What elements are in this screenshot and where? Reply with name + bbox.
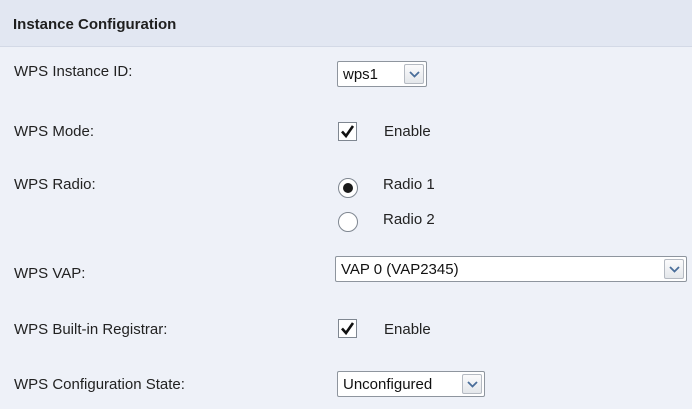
wps-config-state-value: Unconfigured (343, 376, 433, 393)
wps-mode-enable-label: Enable (384, 123, 431, 140)
wps-instance-id-label: WPS Instance ID: (14, 63, 133, 80)
section-title: Instance Configuration (13, 16, 177, 33)
radio-1-option[interactable] (338, 178, 358, 198)
section-header: Instance Configuration (0, 0, 692, 47)
wps-vap-value: VAP 0 (VAP2345) (341, 261, 459, 278)
wps-config-state-select[interactable]: Unconfigured (337, 371, 485, 397)
chevron-down-icon[interactable] (664, 259, 684, 279)
checkmark-icon (341, 125, 355, 139)
wps-vap-select[interactable]: VAP 0 (VAP2345) (335, 256, 687, 282)
wps-registrar-label: WPS Built-in Registrar: (14, 321, 168, 338)
wps-instance-id-select[interactable]: wps1 (337, 61, 427, 87)
instance-configuration-panel: Instance Configuration WPS Instance ID: … (0, 0, 692, 409)
radio-2-label: Radio 2 (383, 211, 435, 228)
wps-mode-label: WPS Mode: (14, 123, 95, 140)
wps-mode-checkbox[interactable] (338, 122, 357, 141)
wps-radio-label: WPS Radio: (14, 176, 96, 193)
checkmark-icon (341, 322, 355, 336)
chevron-down-icon[interactable] (404, 64, 424, 84)
radio-2-option[interactable] (338, 212, 358, 232)
wps-registrar-checkbox[interactable] (338, 319, 357, 338)
wps-config-state-label: WPS Configuration State: (14, 376, 185, 393)
chevron-down-icon[interactable] (462, 374, 482, 394)
wps-registrar-enable-label: Enable (384, 321, 431, 338)
radio-1-label: Radio 1 (383, 176, 435, 193)
wps-vap-label: WPS VAP: (14, 265, 86, 282)
wps-instance-id-value: wps1 (343, 66, 379, 83)
radio-selected-dot (343, 183, 353, 193)
